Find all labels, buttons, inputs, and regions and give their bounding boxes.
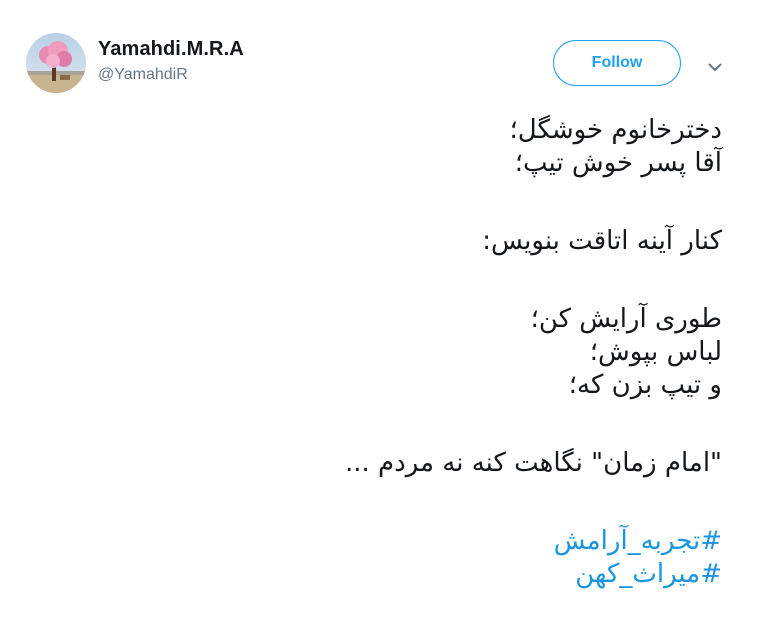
tweet-line: آقا پسر خوش تیپ؛ xyxy=(514,148,722,178)
tweet-line: کنار آینه اتاقت بنویس: xyxy=(482,226,722,256)
follow-button[interactable]: Follow xyxy=(553,40,681,86)
hashtag-link[interactable]: #تجربه_آرامش xyxy=(32,525,722,558)
tweet-line: "امام زمان" نگاهت کنه نه مردم ... xyxy=(344,448,722,478)
hashtag-link[interactable]: #میراث_کهن xyxy=(32,558,722,591)
tweet-card: Yamahdi.M.R.A @YamahdiR Follow دخترخانوم… xyxy=(0,0,759,639)
avatar-image xyxy=(26,33,86,93)
display-name[interactable]: Yamahdi.M.R.A xyxy=(98,38,244,61)
tweet-line: و تیپ بزن که؛ xyxy=(568,370,722,400)
user-handle[interactable]: @YamahdiR xyxy=(98,66,188,84)
tweet-text: دخترخانوم خوشگل؛ آقا پسر خوش تیپ؛ کنار آ… xyxy=(32,114,722,591)
tweet-line: لباس بپوش؛ xyxy=(589,337,722,367)
avatar[interactable] xyxy=(26,33,86,93)
chevron-down-icon[interactable] xyxy=(704,56,726,78)
tweet-line: دخترخانوم خوشگل؛ xyxy=(509,115,722,145)
tweet-line: طوری آرایش کن؛ xyxy=(530,304,722,334)
